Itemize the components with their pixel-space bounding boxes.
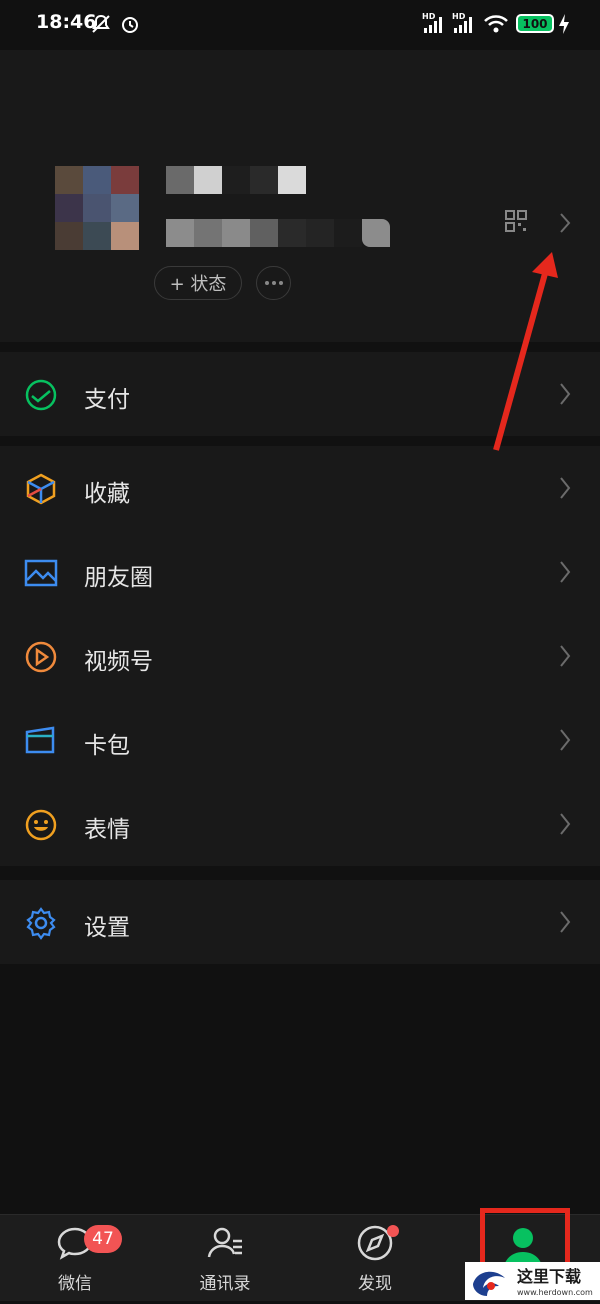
- chevron-right-icon: [560, 813, 571, 835]
- menu-item-label: 朋友圈: [84, 565, 153, 591]
- chevron-right-icon: [560, 645, 571, 667]
- alarm-icon: [122, 17, 138, 33]
- signal-icon: HD: [452, 12, 476, 34]
- tab-chats[interactable]: 47 微信: [0, 1215, 150, 1301]
- services-section: 收藏 朋友圈 视频号 卡包 表情: [0, 446, 600, 866]
- image-icon: [24, 559, 58, 587]
- chevron-right-icon: [560, 477, 571, 499]
- status-bar: 18:46 HD HD 100: [0, 0, 600, 50]
- menu-item-label: 设置: [84, 915, 130, 941]
- annotation-highlight-box: [480, 1208, 570, 1268]
- play-icon: [25, 641, 57, 673]
- clock-time: 18:46: [36, 11, 97, 33]
- menu-item-label: 视频号: [84, 649, 153, 675]
- menu-item-label: 卡包: [84, 733, 130, 759]
- more-status-button[interactable]: [256, 266, 291, 300]
- chevron-right-icon: [560, 383, 571, 405]
- menu-item-channels[interactable]: 视频号: [0, 614, 600, 698]
- cube-icon: [26, 473, 56, 505]
- menu-item-cards[interactable]: 卡包: [0, 698, 600, 782]
- qr-code-icon[interactable]: [505, 210, 527, 232]
- wechat-id-redacted: [166, 219, 390, 247]
- menu-item-settings[interactable]: 设置: [0, 880, 600, 964]
- nickname-redacted: [166, 166, 306, 194]
- signal-icon: HD: [422, 12, 446, 34]
- menu-item-label: 支付: [84, 387, 130, 413]
- menu-item-moments[interactable]: 朋友圈: [0, 530, 600, 614]
- tab-label: 微信: [58, 1274, 92, 1294]
- contacts-icon: [207, 1227, 242, 1258]
- wallet-icon: [25, 726, 55, 754]
- smile-icon: [25, 809, 57, 841]
- annotation-arrow: [493, 252, 558, 451]
- watermark: 这里下载 www.herdown.com: [465, 1262, 600, 1300]
- avatar[interactable]: [55, 166, 139, 250]
- tab-label: 发现: [358, 1274, 392, 1294]
- unread-badge: 47: [84, 1225, 122, 1253]
- signal-group: HD HD: [422, 12, 476, 34]
- chevron-right-icon: [560, 911, 571, 933]
- chevron-right-icon[interactable]: [558, 212, 572, 234]
- menu-item-label: 表情: [84, 817, 130, 843]
- add-status-button[interactable]: + 状态: [154, 266, 242, 300]
- wifi-icon: [484, 15, 508, 33]
- menu-item-stickers[interactable]: 表情: [0, 782, 600, 866]
- tab-label: 通讯录: [199, 1274, 251, 1294]
- svg-text:www.herdown.com: www.herdown.com: [517, 1288, 593, 1297]
- menu-item-label: 收藏: [84, 481, 130, 507]
- battery-level: 100: [522, 16, 548, 31]
- new-content-dot: [387, 1225, 399, 1237]
- ellipsis-icon: [264, 281, 283, 285]
- gear-icon: [26, 907, 56, 940]
- watermark-logo: 这里下载 www.herdown.com: [473, 1267, 593, 1297]
- settings-section: 设置: [0, 880, 600, 964]
- charging-bolt-icon: [559, 14, 569, 34]
- chevron-right-icon: [560, 729, 571, 751]
- tab-discover[interactable]: 发现: [300, 1215, 450, 1301]
- tab-contacts[interactable]: 通讯录: [150, 1215, 300, 1301]
- mute-bell-icon: [92, 14, 110, 33]
- svg-text:这里下载: 这里下载: [517, 1267, 581, 1286]
- wechat-pay-icon: [25, 379, 57, 411]
- battery-indicator: 100: [516, 14, 554, 33]
- chevron-right-icon: [560, 561, 571, 583]
